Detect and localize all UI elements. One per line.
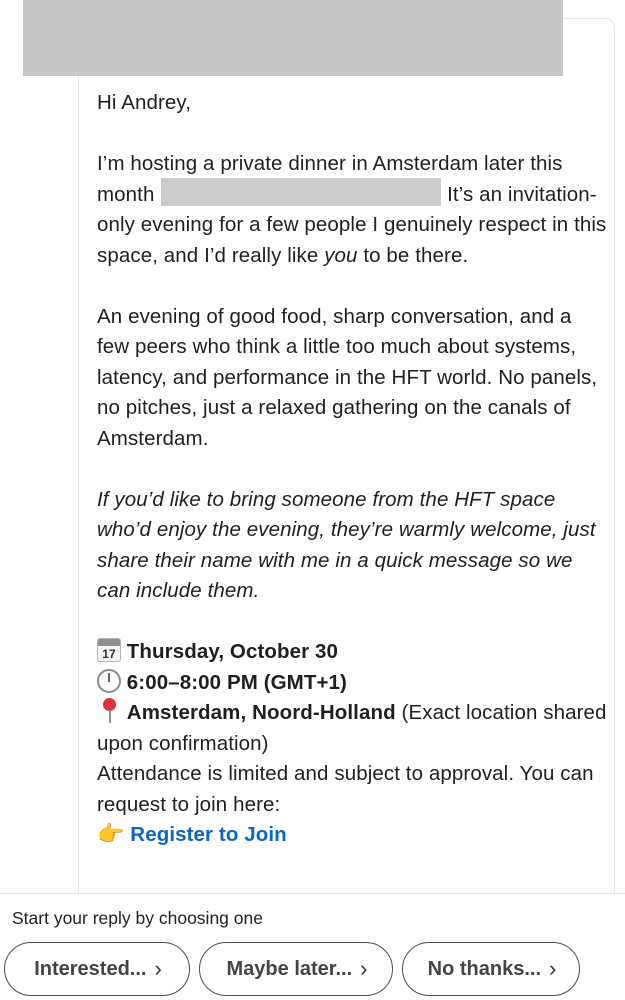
reply-options: Interested... › Maybe later... › No thanks… (4, 942, 580, 996)
paragraph-plus-one: If you’d like to bring someone from the … (97, 487, 596, 603)
event-location: Amsterdam, Noord-Holland (Exact location… (97, 698, 607, 759)
redacted-inline-text (161, 178, 441, 206)
reply-maybe-later-button[interactable]: Maybe later... › (199, 942, 393, 996)
divider (0, 893, 625, 894)
redacted-header (23, 0, 563, 76)
greeting: Hi Andrey, (97, 91, 192, 114)
event-date: 17 Thursday, October 30 (97, 637, 607, 668)
event-time: 6:00–8:00 PM (GMT+1) (97, 668, 607, 699)
register-row: 👉 Register to Join (97, 820, 607, 851)
reply-no-thanks-button[interactable]: No thanks... › (402, 942, 580, 996)
reply-interested-button[interactable]: Interested... › (4, 942, 190, 996)
chevron-right-icon: › (360, 956, 368, 981)
register-link[interactable]: Register to Join (130, 823, 287, 846)
pointing-hand-icon: 👉 (97, 821, 125, 846)
paragraph-description: An evening of good food, sharp conversat… (97, 304, 598, 450)
reply-prompt: Start your reply by choosing one (12, 908, 263, 928)
pushpin-icon (97, 698, 121, 724)
attendance-note: Attendance is limited and subject to app… (97, 762, 594, 816)
chevron-right-icon: › (154, 956, 162, 981)
chevron-right-icon: › (549, 956, 557, 981)
paragraph-intro: I’m hosting a private dinner in Amsterda… (97, 152, 607, 267)
calendar-icon: 17 (97, 638, 121, 662)
clock-icon (97, 668, 121, 693)
event-details: 17 Thursday, October 30 6:00–8:00 PM (GM… (97, 637, 607, 851)
